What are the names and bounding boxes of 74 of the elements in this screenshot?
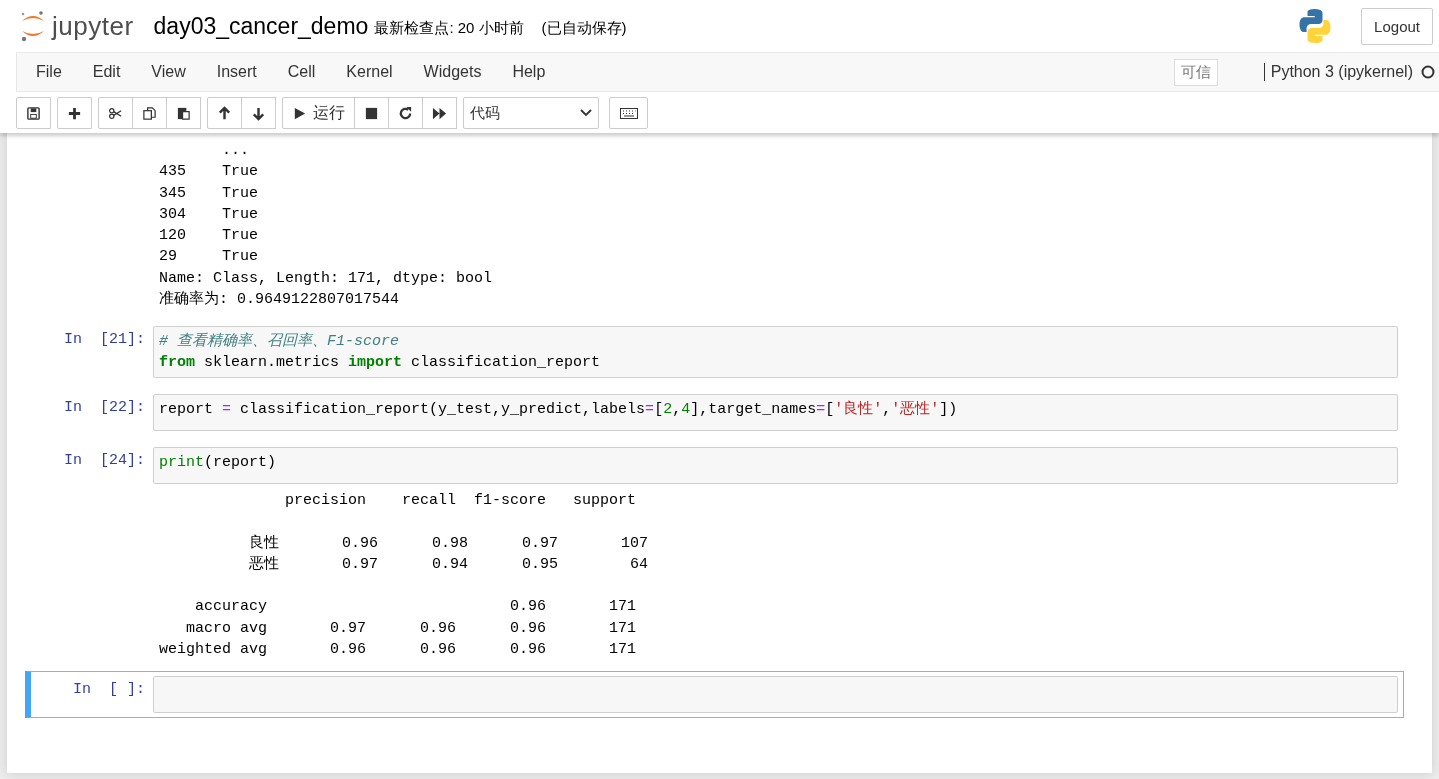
logo-text: jupyter	[52, 10, 134, 42]
fast-forward-icon	[432, 105, 447, 121]
output-line: accuracy 0.96 171	[194, 597, 638, 618]
logout-button[interactable]: Logout	[1361, 7, 1433, 45]
save-icon	[26, 105, 41, 121]
menu-item[interactable]: Widgets	[412, 63, 500, 81]
output-line: macro avg 0.97 0.96 0.96 171	[185, 618, 638, 639]
output-line: weighted avg 0.96 0.96 0.96 171	[159, 639, 638, 660]
notebook-cell[interactable]: In [21]: # 查看精确率、召回率、F1-score from sklearn.metrics import classification_report	[25, 321, 1404, 384]
up-arrow-icon	[217, 105, 232, 121]
keyboard-icon	[619, 107, 638, 119]
code-input[interactable]: # 查看精确率、召回率、F1-score from sklearn.metrics import classification_report	[153, 326, 1398, 379]
paste-button[interactable]	[166, 97, 201, 129]
output-line: ...	[221, 141, 250, 161]
code-input[interactable]: report = classification_report(y_test,y_predict,labels=[2,4],target_names=['良性','恶性'])	[153, 394, 1398, 432]
code-line: print(report)	[159, 453, 278, 474]
keyboard-shortcuts-button[interactable]	[609, 97, 648, 129]
run-all-button[interactable]	[422, 97, 457, 129]
notebook-name[interactable]: day03_cancer_demo	[153, 12, 369, 40]
autosave-status: (已自动保存)	[541, 18, 627, 38]
output-line: 435 True	[159, 162, 260, 183]
notebook-cell[interactable]: In [ ]:	[25, 671, 1404, 719]
menu-item[interactable]: View	[140, 63, 204, 81]
menu-item[interactable]: Insert	[205, 63, 275, 81]
code-line: report = classification_report(y_test,y_predict,labels=[2,4],target_names=['良性','恶性'])	[159, 399, 959, 421]
code-line: from sklearn.metrics import classification_report	[159, 353, 602, 374]
menu-item[interactable]: File	[25, 63, 80, 81]
cut-button[interactable]	[98, 97, 133, 129]
cell-prompt: In [22]:	[64, 399, 145, 417]
cell-prompt: In [ ]:	[73, 681, 145, 699]
checkpoint-status: 最新检查点: 20 小时前	[374, 18, 524, 38]
output-line: 345 True	[159, 183, 260, 204]
output-line: 准确率为: 0.9649122807017544	[159, 289, 401, 311]
output-line: Name: Class, Length: 171, dtype: bool	[159, 268, 494, 289]
output-line: 良性 0.96 0.98 0.97 107	[248, 533, 650, 554]
move-up-button[interactable]	[207, 97, 242, 129]
output-line: precision recall f1-score support	[284, 491, 638, 512]
cell-prompt: In [21]:	[64, 331, 145, 349]
move-down-button[interactable]	[241, 97, 276, 129]
code-input[interactable]: print(report)	[153, 447, 1398, 485]
paste-icon	[176, 105, 191, 121]
copy-button[interactable]	[132, 97, 167, 129]
chevron-down-icon	[580, 109, 592, 117]
menu-item[interactable]: Cell	[276, 63, 334, 81]
scissors-icon	[108, 105, 123, 121]
output-line: 恶性 0.97 0.94 0.95 64	[248, 554, 650, 575]
stop-button[interactable]	[354, 97, 389, 129]
restart-button[interactable]	[388, 97, 423, 129]
menu-item[interactable]: Help	[501, 63, 564, 81]
plus-icon	[67, 105, 82, 121]
output-line: 120 True	[159, 226, 260, 247]
cell-type-select[interactable]: 代码	[463, 97, 599, 129]
menu-item[interactable]: Edit	[81, 63, 139, 81]
notebook-cell[interactable]: In [22]: report = classification_report(y_test,y_predict,labels=[2,4],target_names=['良性','恶性'])	[25, 389, 1404, 437]
restart-icon	[398, 105, 413, 121]
code-input[interactable]	[153, 676, 1398, 714]
cell-prompt: In [24]:	[64, 452, 145, 470]
kernel-status-icon	[1421, 65, 1435, 79]
play-icon	[292, 105, 307, 121]
logo-icon	[20, 9, 46, 43]
output-line: 304 True	[159, 204, 260, 225]
run-button[interactable]: 运行	[282, 97, 355, 129]
save-button[interactable]	[16, 97, 51, 129]
notebook-cell[interactable]: In [24]: print(report) precision recall f1-score support 良性 0.96 0.98 0.97 107 恶性 0.97 0.94 0.95 64 accuracy 0.96 171 macro avg 0.97 0.96 0.96 171 weighted avg 0.96 0.96 0.96 171	[25, 442, 1404, 666]
stop-icon	[364, 105, 379, 121]
down-arrow-icon	[251, 105, 266, 121]
copy-icon	[142, 105, 157, 121]
kernel-name: Python 3 (ipykernel)	[1263, 63, 1413, 81]
output-line: 29 True	[159, 247, 260, 268]
trusted-indicator[interactable]: 可信	[1173, 58, 1218, 86]
notebook-cell[interactable]: ... 435 True 345 True 304 True 120 True 29 True Name: Class, Length: 171, dtype: bool 准确率为: 0.9649122807017544	[25, 141, 1404, 316]
code-line: # 查看精确率、召回率、F1-score	[159, 331, 400, 353]
insert-cell-button[interactable]	[57, 97, 92, 129]
menu-item[interactable]: Kernel	[335, 63, 411, 81]
